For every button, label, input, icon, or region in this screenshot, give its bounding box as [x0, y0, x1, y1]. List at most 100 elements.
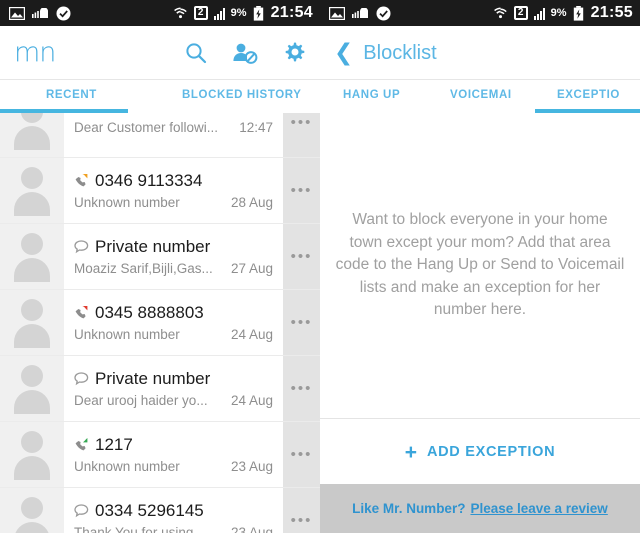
- list-item-titleline: 0345 8888803: [74, 303, 273, 323]
- list-item-title: 0346 9113334: [95, 171, 203, 191]
- overflow-cell[interactable]: •••: [283, 356, 320, 421]
- overflow-menu-icon[interactable]: •••: [291, 315, 313, 330]
- list-item-titleline: Private number: [74, 369, 273, 389]
- avatar: [12, 165, 52, 216]
- list-item-info: Private number Moaziz Sarif,Bijli,Gas...…: [64, 224, 283, 289]
- chevron-left-icon[interactable]: ❮: [334, 41, 353, 64]
- search-icon[interactable]: [184, 41, 208, 65]
- list-item-title: 1217: [95, 435, 133, 455]
- status-bar-left: 2 9% 21:54: [0, 0, 320, 26]
- overflow-cell[interactable]: •••: [283, 488, 320, 533]
- call-log-list[interactable]: Dear Customer followi... 12:47 ••• 0346 …: [0, 113, 320, 533]
- overflow-cell[interactable]: •••: [283, 290, 320, 355]
- image-icon: [329, 6, 345, 20]
- overflow-menu-icon[interactable]: •••: [291, 249, 313, 264]
- list-item[interactable]: Dear Customer followi... 12:47 •••: [0, 113, 320, 158]
- overflow-menu-icon[interactable]: •••: [291, 115, 313, 130]
- list-item-subline: Unknown number 23 Aug: [74, 459, 273, 474]
- app-logo[interactable]: mn: [14, 39, 56, 66]
- list-item-info: Private number Dear urooj haider yo... 2…: [64, 356, 283, 421]
- list-item[interactable]: 1217 Unknown number 23 Aug •••: [0, 422, 320, 488]
- list-item-titleline: 1217: [74, 435, 273, 455]
- list-item-titleline: 0346 9113334: [74, 171, 273, 191]
- check-circle-icon: [56, 6, 71, 20]
- list-item-time: 24 Aug: [230, 326, 273, 342]
- screenshot-left: 2 9% 21:54 mn RECENT BLOCKED HISTORY Dea…: [0, 0, 320, 533]
- list-item-subline: Unknown number 28 Aug: [74, 195, 273, 210]
- avatar: [12, 297, 52, 348]
- check-circle-icon: [376, 6, 391, 20]
- list-item[interactable]: Private number Dear urooj haider yo... 2…: [0, 356, 320, 422]
- list-item-subline: Dear urooj haider yo... 24 Aug: [74, 393, 273, 408]
- avatar-cell: [0, 290, 64, 355]
- list-item[interactable]: 0346 9113334 Unknown number 28 Aug •••: [0, 158, 320, 224]
- overflow-cell[interactable]: •••: [283, 422, 320, 487]
- list-item-time: 12:47: [239, 120, 273, 135]
- tab-voicemail[interactable]: VOICEMAI: [450, 89, 512, 101]
- battery-percent-label: 9%: [230, 6, 247, 19]
- list-item-subline: Thank You for using... 23 Aug: [74, 525, 273, 533]
- wifi-icon: [493, 6, 507, 18]
- message-icon: [74, 240, 89, 254]
- list-item-snippet: Thank You for using...: [74, 524, 205, 533]
- list-item-time: 27 Aug: [230, 260, 273, 276]
- list-item-title: 0345 8888803: [95, 303, 204, 323]
- overflow-cell[interactable]: •••: [283, 224, 320, 289]
- list-item-snippet: Unknown number: [74, 326, 180, 342]
- block-contact-icon[interactable]: [232, 41, 258, 65]
- list-item-snippet: Moaziz Sarif,Bijli,Gas...: [74, 260, 213, 276]
- status-bar-right: 2 9% 21:55: [320, 0, 640, 26]
- avatar: [12, 231, 52, 282]
- screenshot-right: 2 9% 21:55 ❮ Blocklist RECENT BLOCKED HI…: [320, 0, 640, 533]
- tab-exceptions[interactable]: EXCEPTIO: [557, 89, 620, 101]
- review-link[interactable]: Please leave a review: [470, 501, 607, 516]
- clock-label: 21:55: [590, 4, 633, 21]
- tab-hang-up[interactable]: HANG UP: [343, 89, 400, 101]
- list-item-subline: Unknown number 24 Aug: [74, 327, 273, 342]
- empty-state-text: Want to block everyone in your home town…: [335, 211, 625, 319]
- status-system-icons: 2 9% 21:54: [173, 5, 313, 21]
- avatar-cell: [0, 224, 64, 289]
- overflow-menu-icon[interactable]: •••: [291, 183, 313, 198]
- status-notification-icons: [9, 6, 71, 21]
- list-item-title: Private number: [95, 237, 211, 257]
- overflow-cell[interactable]: •••: [283, 113, 320, 157]
- sim-indicator: 2: [193, 6, 208, 20]
- wifi-icon: [173, 6, 187, 18]
- battery-charging-icon: [253, 5, 263, 21]
- list-item[interactable]: 0345 8888803 Unknown number 24 Aug •••: [0, 290, 320, 356]
- list-item[interactable]: 0334 5296145 Thank You for using... 23 A…: [0, 488, 320, 533]
- overflow-menu-icon[interactable]: •••: [291, 447, 313, 462]
- list-item-title: Private number: [95, 369, 211, 389]
- avatar-cell: [0, 422, 64, 487]
- app-bar-right: ❮ Blocklist: [320, 26, 640, 80]
- list-item-info: 0334 5296145 Thank You for using... 23 A…: [64, 488, 283, 533]
- list-item-info: 0346 9113334 Unknown number 28 Aug: [64, 158, 283, 223]
- tab-bar-right: RECENT BLOCKED HISTORY HANG UP VOICEMAI …: [320, 80, 640, 113]
- list-item[interactable]: Private number Moaziz Sarif,Bijli,Gas...…: [0, 224, 320, 290]
- overflow-menu-icon[interactable]: •••: [291, 513, 313, 528]
- tab-recent[interactable]: RECENT: [46, 89, 97, 101]
- list-item-info: 0345 8888803 Unknown number 24 Aug: [64, 290, 283, 355]
- add-exception-button[interactable]: + ADD EXCEPTION: [320, 418, 640, 485]
- soundcloud-icon: [352, 7, 369, 18]
- avatar-cell: [0, 158, 64, 223]
- list-item-time: 23 Aug: [230, 524, 273, 533]
- avatar: [12, 429, 52, 480]
- message-icon: [74, 504, 89, 518]
- sim-indicator: 2: [513, 6, 528, 20]
- avatar: [12, 495, 52, 533]
- battery-percent-label: 9%: [550, 6, 567, 19]
- list-item-time: 23 Aug: [230, 458, 273, 474]
- image-icon: [9, 6, 25, 20]
- gear-icon[interactable]: [282, 41, 306, 65]
- overflow-menu-icon[interactable]: •••: [291, 381, 313, 396]
- overflow-cell[interactable]: •••: [283, 158, 320, 223]
- clock-label: 21:54: [270, 4, 313, 21]
- soundcloud-icon: [32, 7, 49, 18]
- back-navigation[interactable]: ❮ Blocklist: [334, 41, 437, 64]
- tab-blocked-history[interactable]: BLOCKED HISTORY: [182, 89, 302, 101]
- app-bar-left: mn: [0, 26, 320, 80]
- status-notification-icons: [329, 6, 391, 21]
- review-banner[interactable]: Like Mr. Number? Please leave a review: [320, 484, 640, 533]
